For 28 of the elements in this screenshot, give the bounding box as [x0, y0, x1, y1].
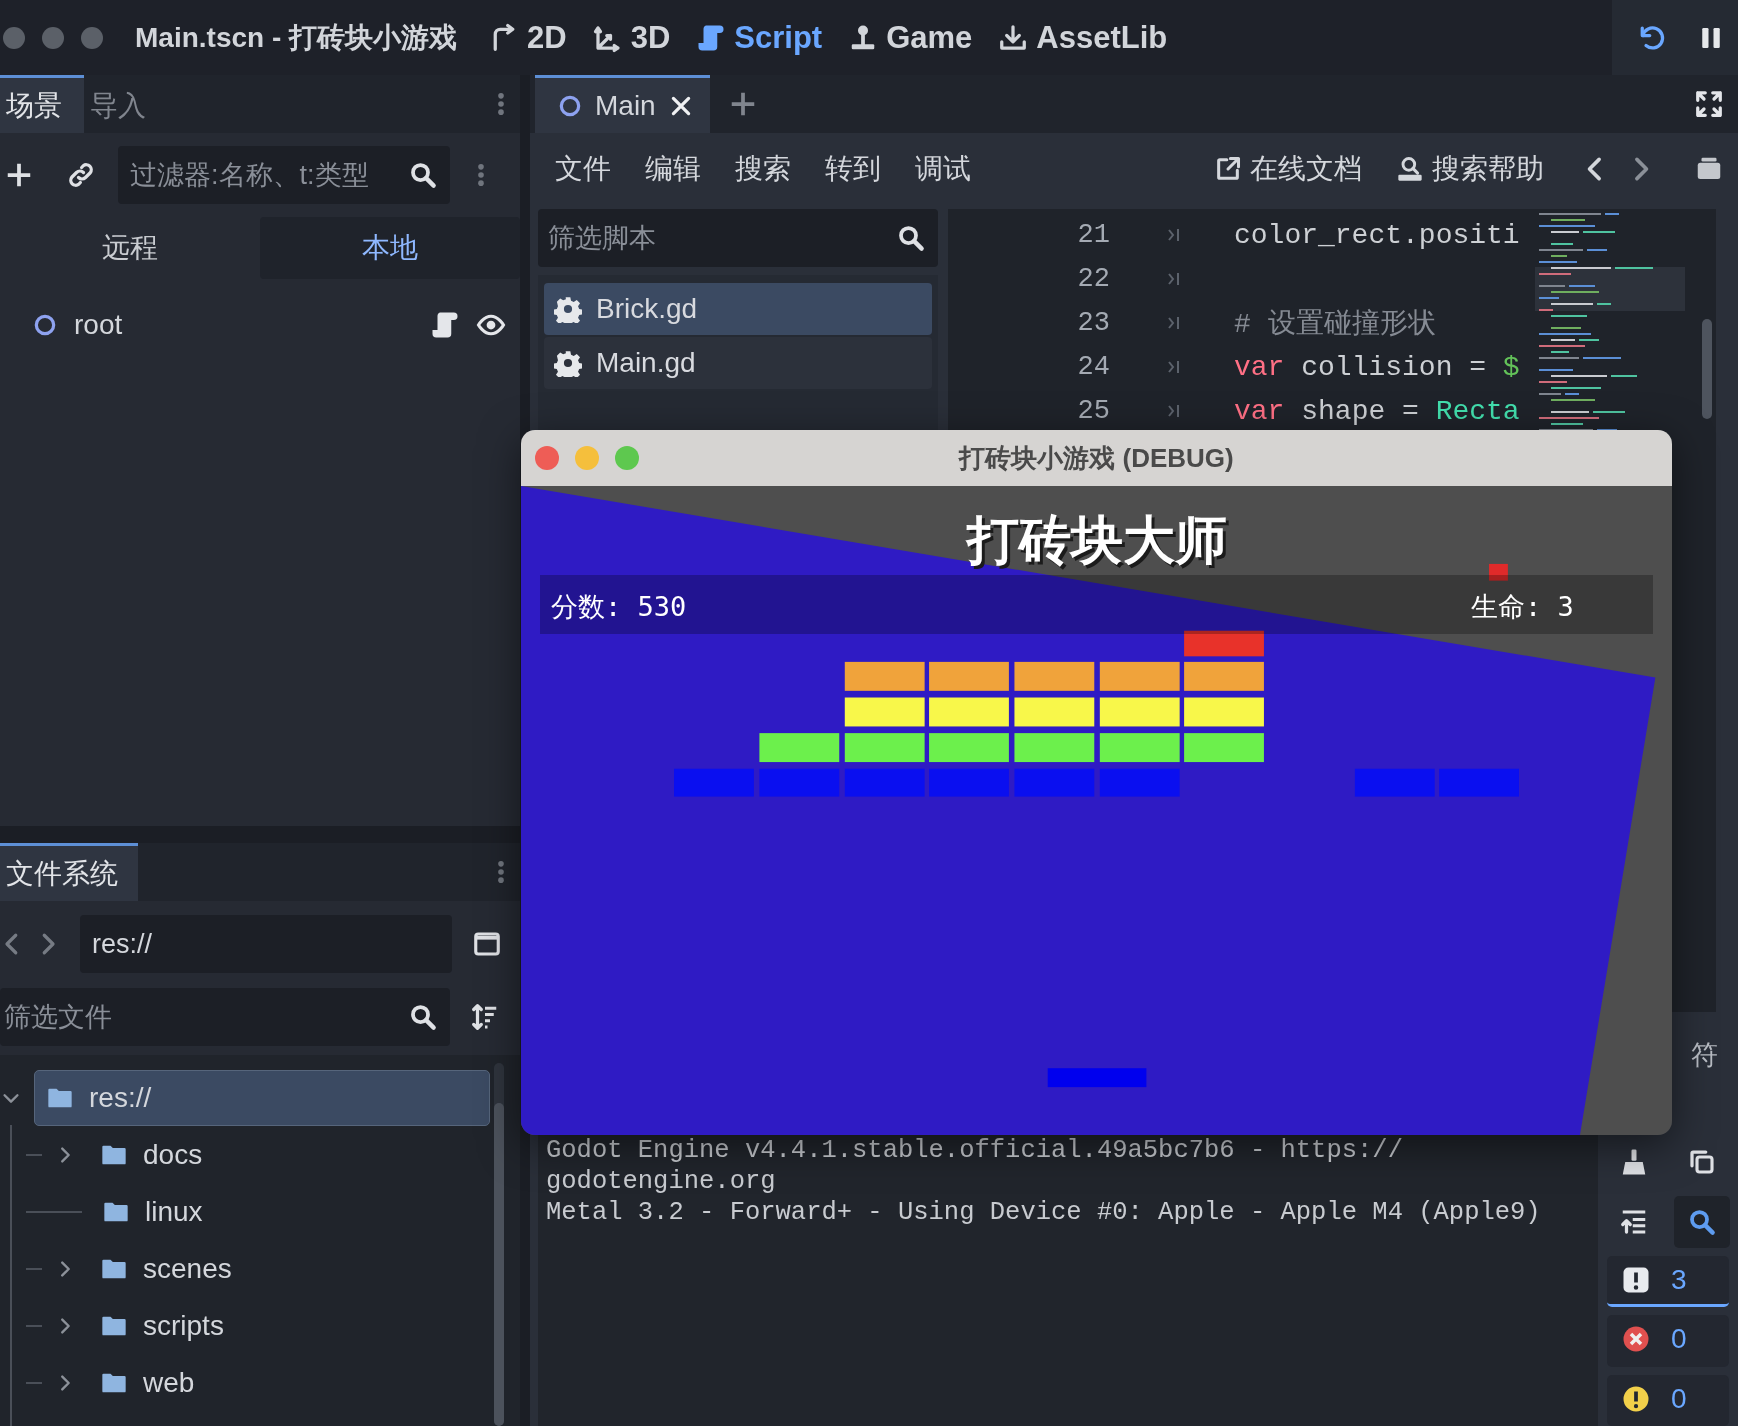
placeholder-text: 筛选脚本 [548, 222, 657, 255]
tree-item: docs [143, 1138, 203, 1171]
lives-text: 生命: 3 [1471, 590, 1574, 624]
line-number: 21 [1076, 220, 1110, 250]
game-title: 打砖块大师 [966, 510, 1227, 571]
log-line: godotengine.org [546, 1166, 777, 1197]
line-number: 22 [1076, 264, 1110, 294]
path-text: res:// [92, 928, 153, 960]
tree-item: linux [145, 1195, 203, 1228]
line-number: 25 [1076, 396, 1110, 426]
code-line: var shape = Recta [1234, 395, 1520, 427]
window-title: 打砖块小游戏 (DEBUG) [959, 441, 1234, 475]
score-text: 分数: 530 [551, 590, 687, 624]
line-number: 24 [1076, 352, 1110, 382]
log-line: Godot Engine v4.4.1.stable.official.49a5bc7b6 - https:// [546, 1135, 1404, 1166]
window-title: Main.tscn - 打砖块小游戏 [135, 20, 457, 55]
code-line: # 设置碰撞形状 [1234, 308, 1436, 342]
tree-item: scenes [143, 1252, 232, 1285]
tree-item: scripts [143, 1309, 224, 1342]
log-line: Metal 3.2 - Forward+ - Using Device #0: Apple - Apple M4 (Apple9) [546, 1197, 1542, 1228]
tree-item: res:// [89, 1081, 152, 1114]
code-line: color_rect.positi [1234, 219, 1520, 251]
code-line: var collision = $ [1234, 351, 1520, 383]
line-number: 23 [1076, 308, 1110, 338]
placeholder-text: 过滤器:名称、t:类型 [130, 159, 370, 192]
placeholder-text: 筛选文件 [4, 1001, 113, 1034]
status-text: 符 [1691, 1039, 1718, 1072]
tree-item: web [143, 1366, 195, 1399]
